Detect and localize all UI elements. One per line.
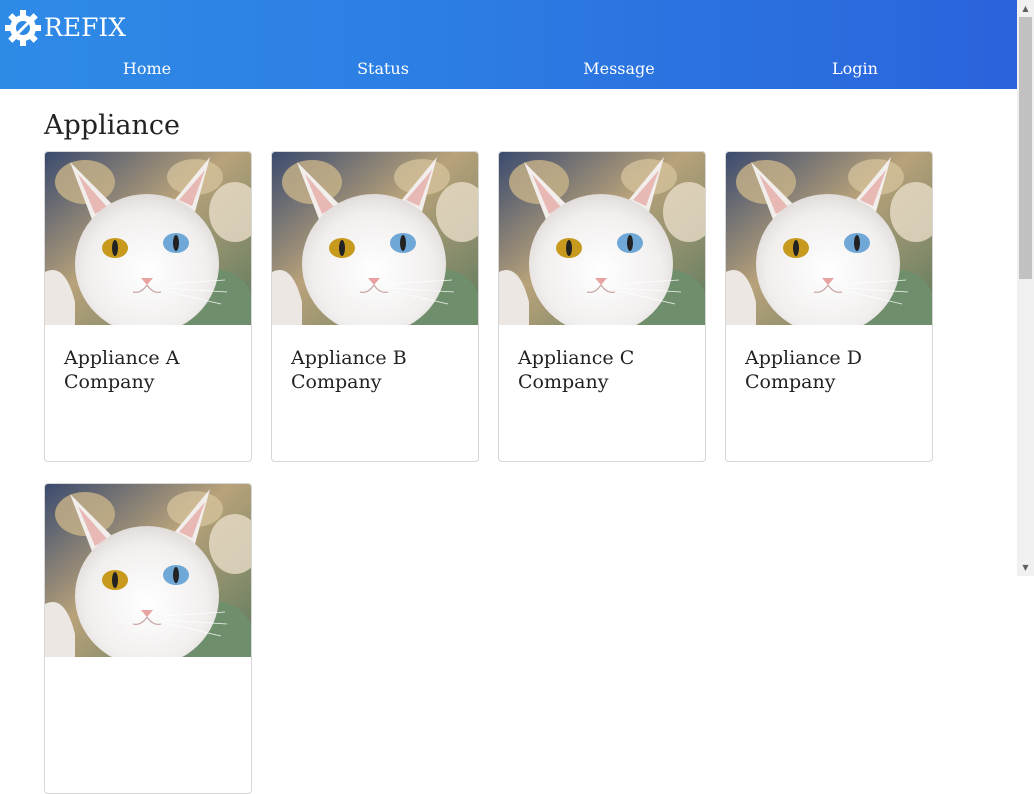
nav-status[interactable]: Status xyxy=(265,52,501,86)
cat-photo xyxy=(499,152,705,325)
nav-login[interactable]: Login xyxy=(737,52,973,86)
nav-message[interactable]: Message xyxy=(501,52,737,86)
cat-photo xyxy=(45,484,251,657)
logo-text: REFIX xyxy=(44,13,127,42)
brand-logo[interactable]: REFIX xyxy=(4,8,126,48)
gear-wrench-icon xyxy=(5,10,41,46)
appliance-card[interactable] xyxy=(44,483,252,794)
main-nav: Home Status Message Login xyxy=(0,52,1017,86)
cat-photo xyxy=(726,152,932,325)
scroll-down-icon[interactable]: ▼ xyxy=(1017,559,1034,576)
top-header: REFIX Home Status Message Login xyxy=(0,0,1017,89)
scroll-thumb[interactable] xyxy=(1019,17,1032,279)
card-title: Appliance B Company xyxy=(291,347,407,393)
cat-photo xyxy=(45,152,251,325)
cat-photo xyxy=(272,152,478,325)
appliance-card[interactable]: Appliance C Company xyxy=(498,151,706,462)
appliance-card[interactable]: Appliance A Company xyxy=(44,151,252,462)
card-title: Appliance C Company xyxy=(518,347,635,393)
appliance-card[interactable]: Appliance D Company xyxy=(725,151,933,462)
vertical-scrollbar[interactable]: ▲ ▼ xyxy=(1017,0,1034,576)
appliance-card[interactable]: Appliance B Company xyxy=(271,151,479,462)
card-title: Appliance D Company xyxy=(745,347,862,393)
page-title: Appliance xyxy=(44,110,180,141)
card-title: Appliance A Company xyxy=(64,347,180,393)
nav-home[interactable]: Home xyxy=(29,52,265,86)
scroll-up-icon[interactable]: ▲ xyxy=(1017,0,1034,17)
